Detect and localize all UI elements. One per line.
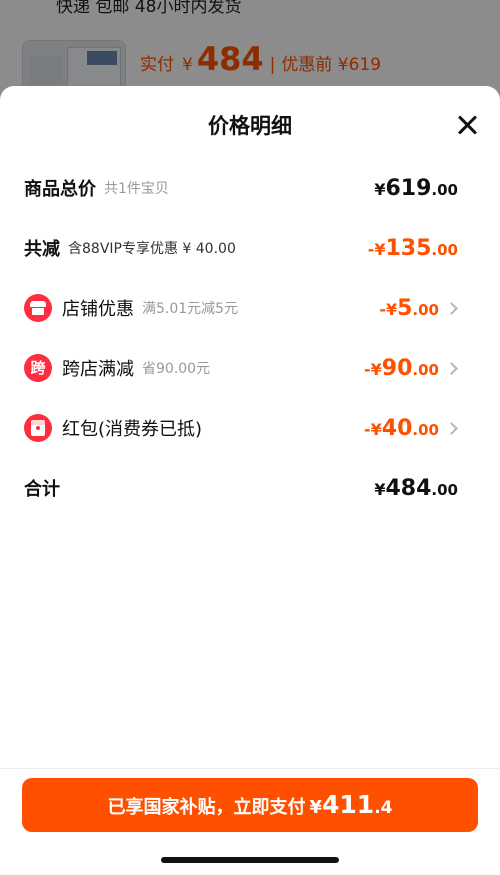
- chevron-right-icon[interactable]: [445, 421, 458, 435]
- cross-store-saving: 省90.00元: [142, 361, 211, 377]
- row-sum: 合计 ¥484.00: [24, 471, 458, 505]
- sum-label: 合计: [24, 479, 60, 500]
- red-packet-label: 红包(消费券已抵): [62, 419, 203, 440]
- store-discount-amount: -¥ 5.00: [379, 295, 439, 321]
- goods-total-label: 商品总价: [24, 179, 96, 200]
- row-red-packet[interactable]: 红包(消费券已抵) -¥ 40.00: [24, 411, 458, 445]
- chevron-right-icon[interactable]: [445, 361, 458, 375]
- sheet-title: 价格明细: [208, 114, 292, 138]
- pay-button-label: 已享国家补贴，立即支付: [107, 797, 306, 818]
- footer-divider: [0, 768, 500, 769]
- row-store-discount[interactable]: 店铺优惠 满5.01元减5元 -¥ 5.00: [24, 291, 458, 325]
- home-indicator[interactable]: [161, 857, 339, 863]
- cross-store-label: 跨店满减: [62, 359, 134, 380]
- price-detail-sheet: 价格明细 商品总价 共1件宝贝 ¥619.00 共减 含88VIP专享优惠 ¥ …: [0, 86, 500, 875]
- close-icon[interactable]: [456, 114, 478, 136]
- red-packet-amount: -¥ 40.00: [364, 415, 439, 441]
- total-discount-label: 共减: [24, 239, 60, 260]
- goods-total-amount: ¥619.00: [374, 175, 458, 201]
- pay-now-button[interactable]: 已享国家补贴，立即支付 ¥411.4: [22, 778, 478, 832]
- cross-store-icon: 跨: [24, 354, 52, 382]
- vip-discount-note: 含88VIP专享优惠 ¥ 40.00: [68, 241, 236, 257]
- cross-store-amount: -¥ 90.00: [364, 355, 439, 381]
- row-goods-total: 商品总价 共1件宝贝 ¥619.00: [24, 171, 458, 205]
- chevron-right-icon[interactable]: [445, 301, 458, 315]
- total-discount-amount: -¥ 135.00: [367, 235, 458, 261]
- store-discount-rule: 满5.01元减5元: [142, 301, 239, 317]
- store-icon: [24, 294, 52, 322]
- row-total-discount: 共减 含88VIP专享优惠 ¥ 40.00 -¥ 135.00: [24, 231, 458, 265]
- red-packet-icon: [24, 414, 52, 442]
- row-cross-store-discount[interactable]: 跨 跨店满减 省90.00元 -¥ 90.00: [24, 351, 458, 385]
- pay-amount: 411: [322, 790, 375, 819]
- goods-count: 共1件宝贝: [104, 181, 169, 197]
- store-discount-label: 店铺优惠: [62, 299, 134, 320]
- sum-amount: ¥484.00: [374, 475, 458, 501]
